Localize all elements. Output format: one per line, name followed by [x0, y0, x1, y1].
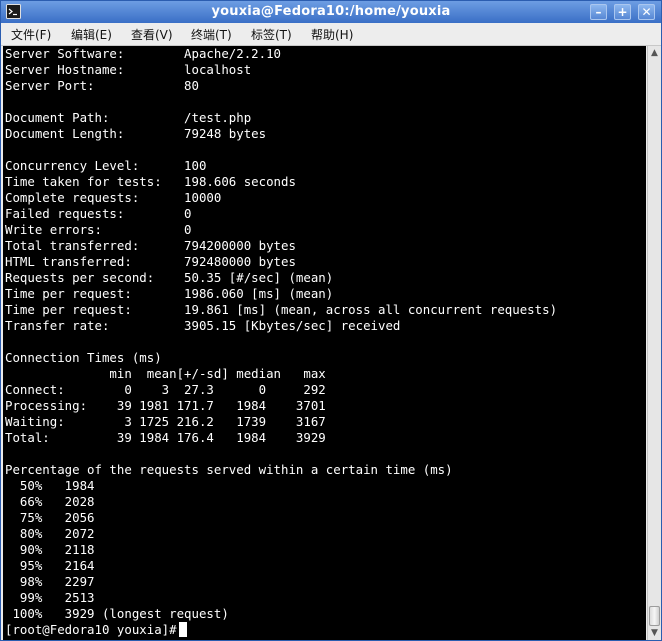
minimize-button[interactable]: –: [590, 4, 607, 20]
prompt-line: [root@Fedora10 youxia]#: [3, 622, 646, 638]
terminal-screen[interactable]: Server Software: Apache/2.2.10 Server Ho…: [3, 46, 646, 640]
menu-edit[interactable]: 编辑(E): [71, 26, 112, 43]
scroll-down-arrow-icon[interactable]: ▼: [648, 626, 661, 640]
menu-view[interactable]: 查看(V): [131, 26, 173, 43]
vertical-scrollbar[interactable]: ▲ ▼: [647, 46, 661, 640]
scroll-up-arrow-icon[interactable]: ▲: [648, 46, 661, 60]
title-bar[interactable]: youxia@Fedora10:/home/youxia – + ✕: [1, 1, 661, 23]
menu-bar: 文件(F) 编辑(E) 查看(V) 终端(T) 标签(T) 帮助(H): [1, 23, 661, 46]
terminal-window: youxia@Fedora10:/home/youxia – + ✕ 文件(F)…: [0, 0, 662, 641]
text-cursor: [178, 622, 187, 637]
shell-prompt: [root@Fedora10 youxia]#: [5, 622, 177, 637]
terminal-output: Server Software: Apache/2.2.10 Server Ho…: [5, 46, 558, 621]
menu-tabs[interactable]: 标签(T): [251, 26, 292, 43]
window-title: youxia@Fedora10:/home/youxia: [211, 4, 451, 19]
menu-terminal[interactable]: 终端(T): [191, 26, 232, 43]
menu-help[interactable]: 帮助(H): [311, 26, 353, 43]
scrollbar-thumb[interactable]: [649, 606, 660, 626]
menu-file[interactable]: 文件(F): [11, 26, 51, 43]
close-button[interactable]: ✕: [638, 4, 655, 20]
maximize-button[interactable]: +: [614, 4, 631, 20]
